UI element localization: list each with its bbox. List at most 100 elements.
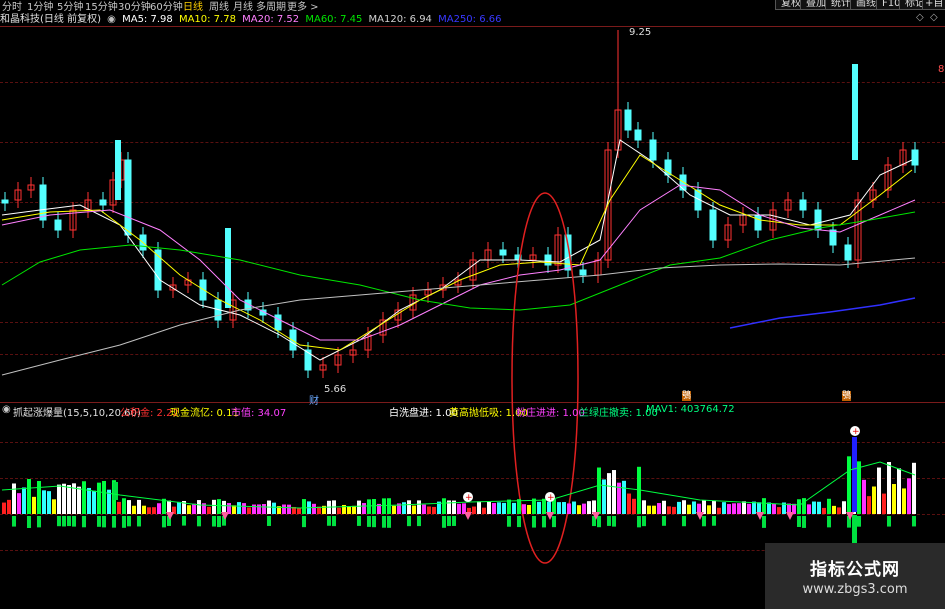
indicator-bar xyxy=(7,499,11,514)
indicator-bar xyxy=(522,504,526,514)
indicator-bar xyxy=(402,502,406,514)
indicator-neg-bar xyxy=(332,516,336,527)
indicator-neg-bar xyxy=(542,516,546,528)
indicator-neg-bar xyxy=(447,516,451,527)
indicator-neg-bar xyxy=(102,516,106,528)
watermark: 指标公式网 www.zbgs3.com xyxy=(765,543,945,609)
indicator-neg-bar xyxy=(852,515,857,545)
indicator-neg-bar xyxy=(857,516,861,527)
indicator-neg-bar xyxy=(702,516,706,527)
indicator-bar xyxy=(67,485,71,514)
indicator-bar xyxy=(47,491,51,514)
indicator-bar xyxy=(597,467,601,514)
indicator-bar xyxy=(832,505,836,514)
indicator-bar xyxy=(562,502,566,514)
indicator-bar xyxy=(457,503,461,514)
indicator-bar xyxy=(352,505,356,514)
kline-chart[interactable]: + + + xyxy=(0,0,945,609)
indicator-bar xyxy=(687,504,691,514)
indicator-neg-bar xyxy=(552,516,556,528)
indicator-bar xyxy=(857,461,861,514)
indicator-bar xyxy=(417,500,421,514)
indicator-bar xyxy=(232,505,236,514)
indicator-bar xyxy=(662,500,666,514)
indicator-bar xyxy=(882,493,886,514)
indicator-bar xyxy=(802,498,806,514)
indicator-neg-bar xyxy=(97,516,101,527)
indicator-neg-bar xyxy=(112,516,116,528)
indicator-bar xyxy=(217,499,221,514)
indicator-neg-bar xyxy=(762,516,766,528)
indicator-bar xyxy=(542,498,546,514)
xianjinliu-value: 现金流亿: 0.11 xyxy=(170,408,239,419)
indicator-neg-bar xyxy=(27,516,31,528)
indicator-neg-bar xyxy=(57,516,61,527)
indicator-bar xyxy=(762,498,766,514)
indicator-neg-bar xyxy=(217,516,221,528)
indicator-bar xyxy=(677,501,681,514)
down-candle xyxy=(799,199,807,211)
indicator-neg-bar xyxy=(197,516,201,527)
indicator-bar xyxy=(692,501,696,514)
indicator-bar xyxy=(372,499,376,514)
indicator-bar xyxy=(497,502,501,514)
buy-signal-icon: + xyxy=(547,493,555,503)
indicator-bar xyxy=(27,479,31,514)
indicator-bar xyxy=(357,500,361,514)
indicator-bar xyxy=(382,498,386,514)
indicator-neg-bar xyxy=(382,516,386,528)
indicator-bar xyxy=(137,499,141,514)
indicator-bar xyxy=(587,501,591,514)
down-candle xyxy=(1,199,9,204)
indicator-bar xyxy=(472,506,476,514)
indicator-settings-icon[interactable]: ◉ xyxy=(2,404,11,415)
indicator-legend: ◉ 抓起涨爆量(15,5,10,20,60) 公积金: 2.22 现金流亿: 0… xyxy=(0,404,945,419)
indicator-neg-bar xyxy=(912,516,916,527)
indicator-bar xyxy=(2,502,6,514)
down-candle xyxy=(199,279,207,301)
indicator-bar xyxy=(242,503,246,514)
buy-signal-icon: + xyxy=(852,427,860,437)
sell-signal-icon xyxy=(464,512,472,520)
indicator-bar xyxy=(572,501,576,514)
indicator-bar xyxy=(152,507,156,514)
indicator-bar xyxy=(42,490,46,514)
indicator-bar xyxy=(827,498,831,514)
indicator-bar xyxy=(512,502,516,514)
indicator-bar xyxy=(87,487,91,514)
indicator-bar xyxy=(717,507,721,514)
indicator-neg-bar xyxy=(612,516,616,527)
indicator-bar xyxy=(582,503,586,514)
indicator-bar xyxy=(247,507,251,514)
indicator-bar xyxy=(537,501,541,514)
indicator-bar xyxy=(272,502,276,514)
indicator-bar xyxy=(157,503,161,514)
indicator-bar xyxy=(642,500,646,514)
hao-marker-1: 鴞 xyxy=(682,391,692,401)
down-candle xyxy=(911,149,919,166)
indicator-bar xyxy=(412,505,416,514)
down-candle xyxy=(829,229,837,246)
indicator-neg-bar xyxy=(712,516,716,526)
indicator-bar xyxy=(57,484,61,514)
indicator-neg-bar xyxy=(12,516,16,527)
indicator-bar xyxy=(722,502,726,514)
indicator-neg-bar xyxy=(327,516,331,526)
indicator-bar xyxy=(912,462,916,514)
indicator-bar xyxy=(767,502,771,514)
down-candle xyxy=(634,129,642,141)
down-candle xyxy=(754,214,762,231)
sell-signal-icon xyxy=(786,512,794,520)
indicator-neg-bar xyxy=(637,516,641,528)
indicator-bar xyxy=(127,500,131,514)
mav1-value: MAV1: 403764.72 xyxy=(646,404,735,415)
indicator-bar xyxy=(237,502,241,514)
indicator-bar xyxy=(867,496,871,514)
indicator-bar xyxy=(347,506,351,514)
indicator-bar xyxy=(387,498,391,514)
down-candle xyxy=(54,219,62,231)
indicator-bar xyxy=(362,503,366,514)
indicator-bar xyxy=(177,501,181,514)
indicator-bar xyxy=(407,500,411,514)
indicator-bar xyxy=(772,503,776,514)
